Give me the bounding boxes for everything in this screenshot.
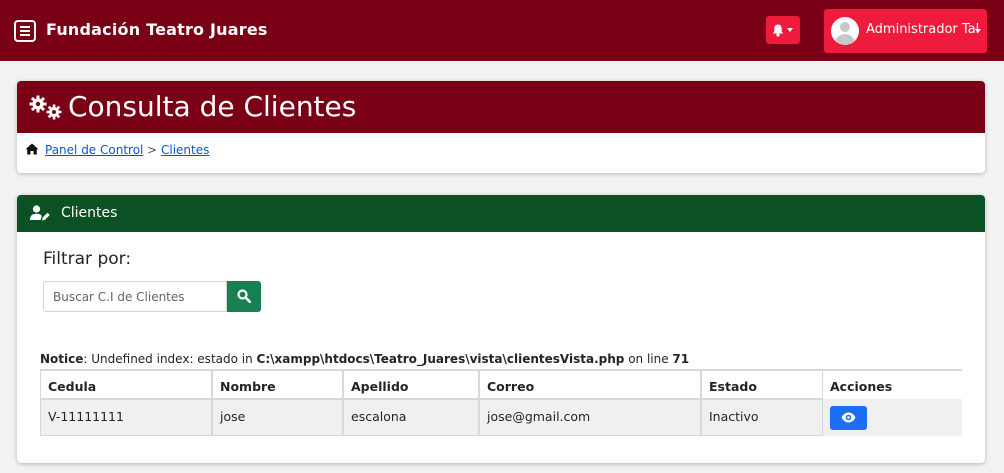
search-icon xyxy=(237,289,251,303)
chevron-down-icon xyxy=(787,28,793,32)
column-header: Apellido xyxy=(351,379,409,394)
bell-icon xyxy=(772,24,784,37)
breadcrumb-separator: > xyxy=(147,143,158,157)
cell-estado: Inactivo xyxy=(709,409,759,424)
column-header: Cedula xyxy=(48,379,97,394)
cell-nombre: jose xyxy=(220,409,246,424)
view-client-button[interactable] xyxy=(830,406,867,430)
gears-icon xyxy=(29,95,62,120)
top-navbar: Fundación Teatro Juares Administrador Ta… xyxy=(0,0,1004,61)
page-header-card: Consulta de Clientes Panel de Control > … xyxy=(17,81,985,173)
cell-apellido: escalona xyxy=(351,409,407,424)
search-input[interactable] xyxy=(43,281,227,312)
clients-table: Cedula Nombre Apellido Correo Estado Acc… xyxy=(40,369,962,439)
notifications-button[interactable] xyxy=(766,16,800,44)
user-edit-icon xyxy=(30,205,50,221)
notice-on-line: on line xyxy=(624,352,673,366)
menu-icon[interactable] xyxy=(14,20,36,42)
notice-path: C:\xampp\htdocs\Teatro_Juares\vista\clie… xyxy=(256,352,625,366)
page-title: Consulta de Clientes xyxy=(68,90,357,123)
brand-title: Fundación Teatro Juares xyxy=(46,20,268,39)
php-notice: Notice: Undefined index: estado in C:\xa… xyxy=(40,352,689,366)
clients-card-title: Clientes xyxy=(61,205,118,221)
notice-message: : Undefined index: estado in xyxy=(83,352,257,366)
column-header: Acciones xyxy=(830,379,893,394)
user-name: Administrador Tal xyxy=(866,22,980,37)
page-header: Consulta de Clientes xyxy=(17,81,985,133)
column-header: Nombre xyxy=(220,379,276,394)
breadcrumb-clientes-link[interactable]: Clientes xyxy=(161,143,209,157)
breadcrumb-panel-link[interactable]: Panel de Control xyxy=(45,143,143,157)
column-header: Correo xyxy=(487,379,535,394)
cell-cedula: V-11111111 xyxy=(48,409,124,424)
user-menu-button[interactable]: Administrador Tal xyxy=(824,9,987,53)
search-button[interactable] xyxy=(227,281,261,312)
eye-icon xyxy=(841,412,856,423)
clients-card: Clientes Filtrar por: Notice: Undefined … xyxy=(17,195,985,463)
notice-line: 71 xyxy=(672,352,690,366)
table-header-row: Cedula Nombre Apellido Correo Estado Acc… xyxy=(40,369,962,399)
clients-card-header: Clientes xyxy=(17,195,985,232)
column-header: Estado xyxy=(709,379,757,394)
user-avatar-icon xyxy=(831,17,859,45)
cell-correo: jose@gmail.com xyxy=(487,409,591,424)
home-icon xyxy=(25,143,39,155)
notice-label: Notice xyxy=(40,352,84,366)
filter-label: Filtrar por: xyxy=(43,249,132,269)
table-row: V-11111111 jose escalona jose@gmail.com … xyxy=(40,399,962,436)
chevron-down-icon xyxy=(975,29,981,33)
